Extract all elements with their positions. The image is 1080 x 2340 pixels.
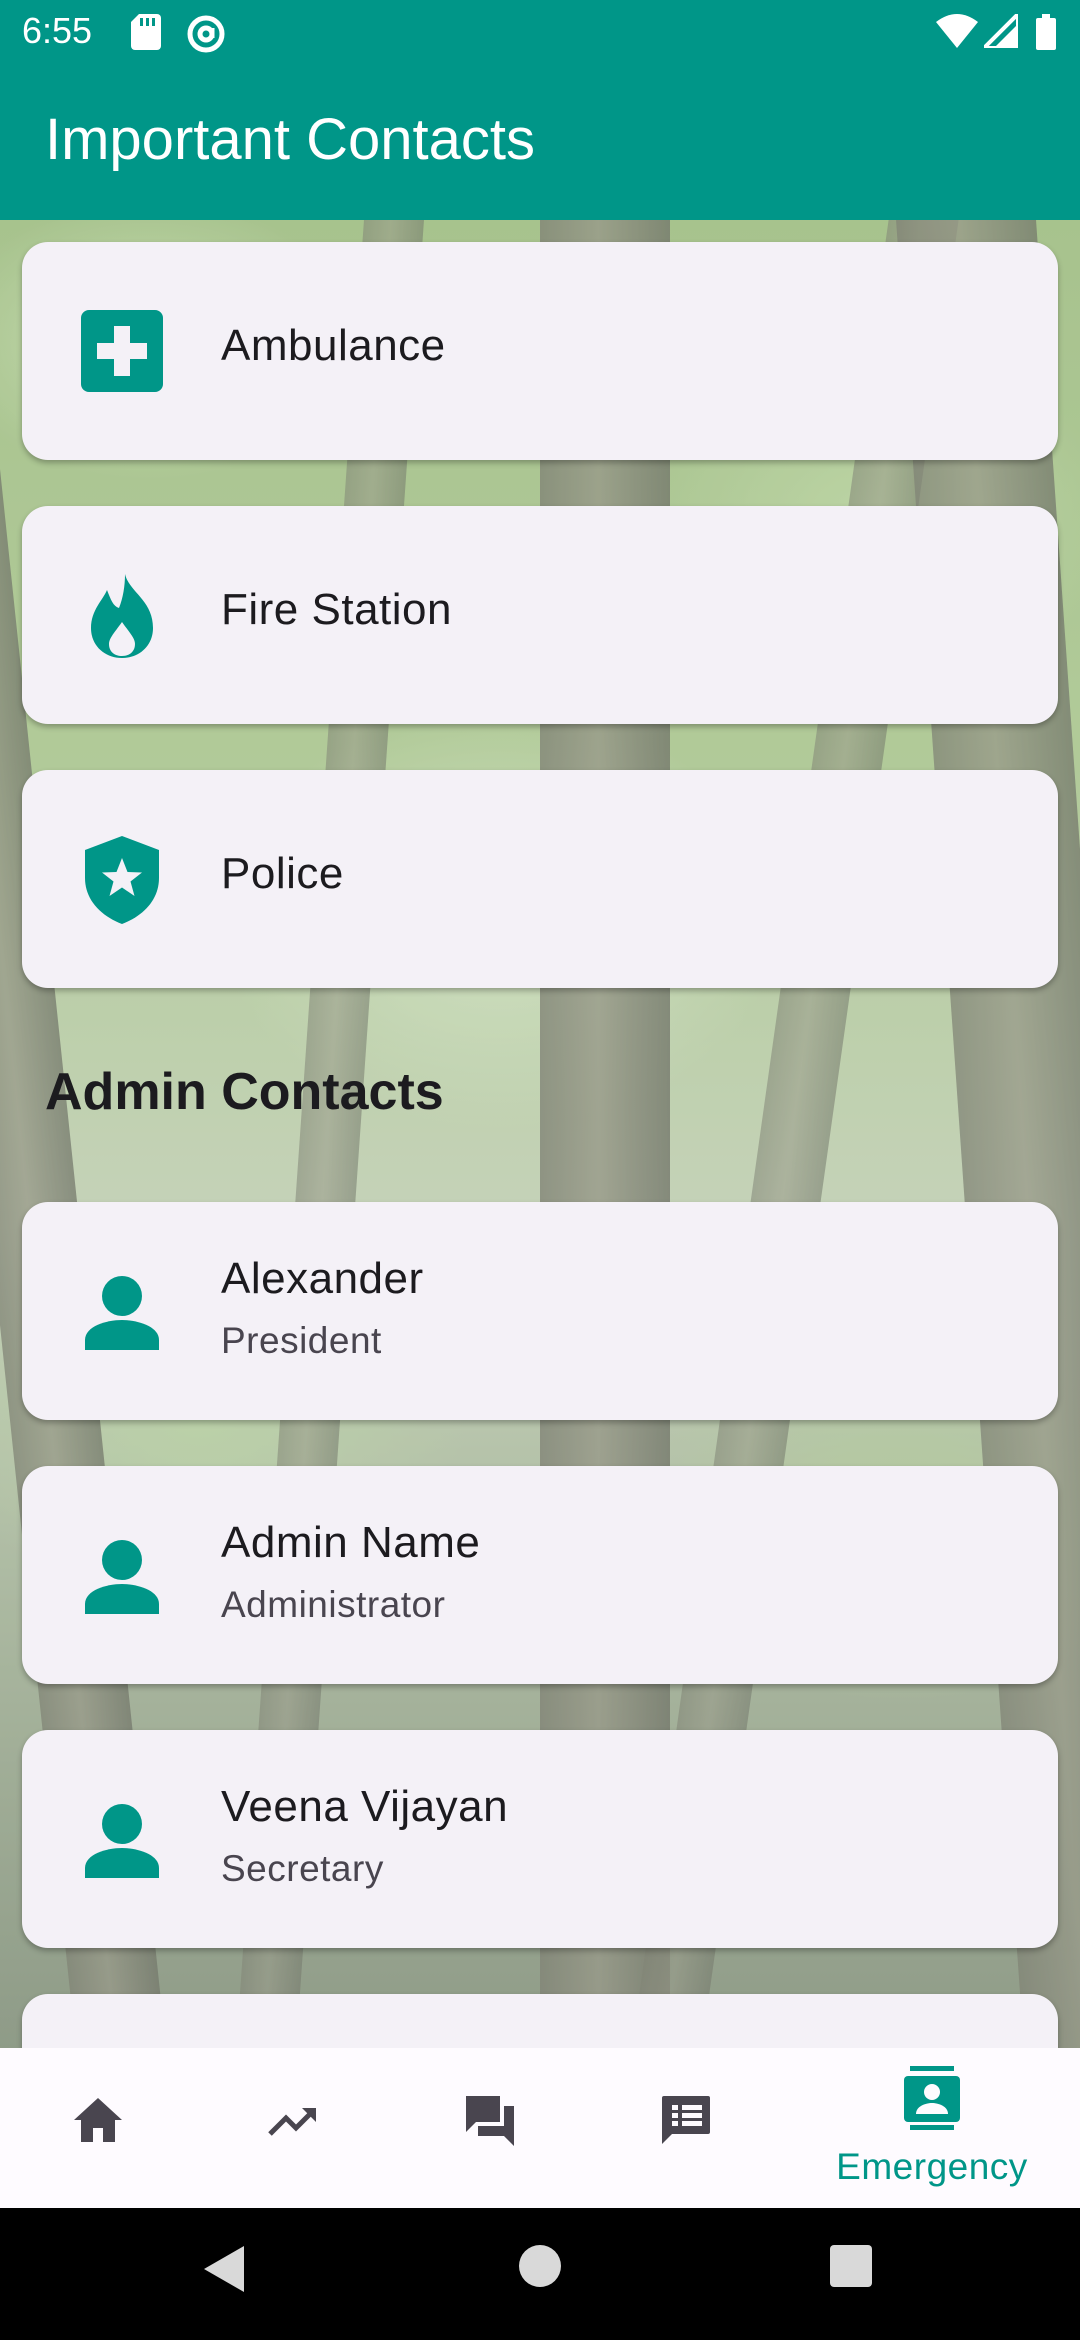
contact-name: Admin Name (221, 1518, 481, 1567)
contact-name: Veena Vijayan (221, 1782, 509, 1831)
back-icon[interactable] (202, 2244, 246, 2294)
police-card[interactable]: Police (22, 770, 1058, 988)
recents-icon[interactable] (829, 2244, 873, 2288)
forum-icon (466, 2096, 514, 2146)
signal-icon (984, 14, 1018, 48)
admin-contact-card[interactable]: Alexander President (22, 1202, 1058, 1420)
nav-articles[interactable] (588, 2048, 784, 2208)
admin-contact-card[interactable]: Veena Vijayan Secretary (22, 1730, 1058, 1948)
status-bar: 6:55 (0, 0, 1080, 68)
battery-icon (1036, 14, 1056, 50)
contact-label: Ambulance (221, 321, 446, 370)
ambulance-card[interactable]: Ambulance (22, 242, 1058, 460)
nav-trends[interactable] (196, 2048, 392, 2208)
home-circle-icon[interactable] (518, 2244, 562, 2288)
contact-label: Police (221, 849, 344, 898)
article-icon (662, 2096, 710, 2144)
admin-contact-card[interactable]: Admin Name Administrator (22, 1466, 1058, 1684)
contact-role: Secretary (221, 1848, 384, 1889)
at-sign-icon (187, 15, 225, 53)
trending-up-icon (268, 2108, 316, 2136)
nav-emergency[interactable]: Emergency (834, 2048, 1030, 2208)
contact-label: Fire Station (221, 585, 452, 634)
person-icon (85, 1804, 159, 1878)
contact-card-icon (904, 2066, 960, 2130)
app-bar: Important Contacts (0, 68, 1080, 220)
admin-contacts-heading: Admin Contacts (45, 1063, 444, 1121)
person-icon (85, 1276, 159, 1350)
sd-card-icon (131, 14, 161, 50)
nav-forum[interactable] (392, 2048, 588, 2208)
home-icon (74, 2098, 122, 2142)
fire-icon (91, 574, 153, 658)
contact-name: Alexander (221, 1254, 424, 1303)
contact-role: Administrator (221, 1584, 446, 1625)
contact-role: President (221, 1320, 382, 1361)
bottom-navigation-bar: Emergency (0, 2048, 1080, 2208)
page-title: Important Contacts (45, 107, 535, 172)
screen: 6:55 Important Contacts Ambulance Fire S… (0, 0, 1080, 2340)
status-time: 6:55 (22, 10, 93, 51)
nav-home[interactable] (0, 2048, 196, 2208)
nav-emergency-label: Emergency (836, 2146, 1028, 2187)
fire-station-card[interactable]: Fire Station (22, 506, 1058, 724)
medical-cross-icon (81, 310, 163, 392)
system-navigation-bar (0, 2208, 1080, 2340)
wifi-icon (936, 14, 978, 48)
person-icon (85, 1540, 159, 1614)
shield-star-icon (85, 836, 159, 924)
